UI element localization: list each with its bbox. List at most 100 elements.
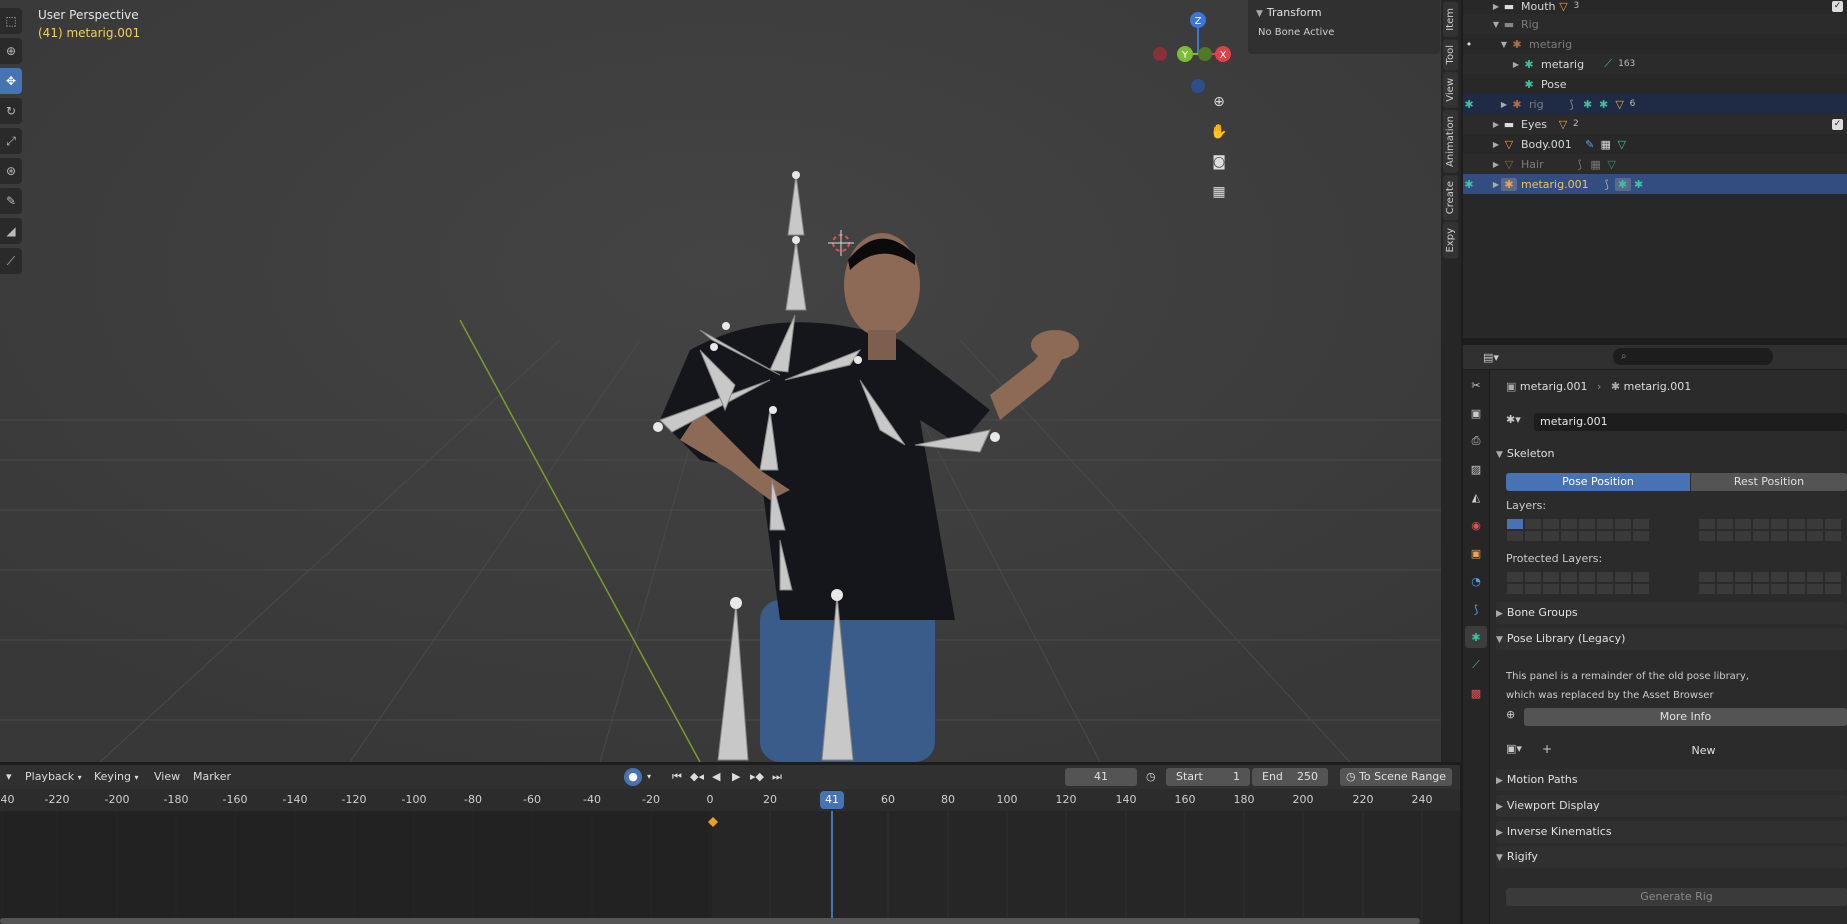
bone-roll-tool-icon[interactable]: ⟋: [0, 248, 22, 274]
measure-tool-icon[interactable]: ◢: [0, 218, 22, 244]
expand-arrow-icon[interactable]: ▶: [1499, 100, 1509, 109]
viewport-display-panel-header[interactable]: ▶ Viewport Display: [1496, 795, 1847, 817]
outliner-row-eyes[interactable]: ▶ ▬ Eyes ▽ 2 ✓: [1463, 114, 1847, 134]
marker-menu[interactable]: Marker: [193, 769, 231, 785]
play-reverse-icon[interactable]: ◀: [712, 769, 720, 785]
pose-position-button[interactable]: Pose Position: [1506, 473, 1690, 491]
rigify-panel-header[interactable]: ▼ Rigify: [1496, 846, 1847, 868]
outliner-row-metarig[interactable]: • ▼ ✱ metarig: [1463, 34, 1847, 54]
visibility-checkbox[interactable]: ✓: [1832, 118, 1843, 130]
bone-groups-panel-header[interactable]: ▶ Bone Groups: [1496, 602, 1847, 624]
jump-to-end-icon[interactable]: ⏭: [772, 769, 782, 785]
scale-tool-icon[interactable]: ⤢: [0, 128, 22, 154]
play-icon[interactable]: ▶: [732, 769, 740, 785]
tab-tool[interactable]: Tool: [1443, 38, 1458, 71]
jump-to-start-icon[interactable]: ⏮: [672, 769, 682, 785]
current-frame-indicator[interactable]: 41: [820, 791, 844, 809]
expand-arrow-icon[interactable]: ▶: [1491, 160, 1501, 169]
outliner-row-hair[interactable]: ▶ ▽ Hair ⟆ ▦ ▽: [1463, 154, 1847, 174]
expand-arrow-icon[interactable]: ▶: [1491, 2, 1501, 11]
motion-paths-panel-header[interactable]: ▶ Motion Paths: [1496, 769, 1847, 791]
scene-tab-icon[interactable]: ◭: [1465, 486, 1487, 508]
pose-library-panel-header[interactable]: ▼ Pose Library (Legacy): [1496, 628, 1847, 650]
auto-keying-record-icon[interactable]: ●: [624, 768, 642, 786]
outliner-row-metarig-data[interactable]: ▶ ✱ metarig ⟋ 163: [1463, 54, 1847, 74]
keying-menu[interactable]: Keying ▾: [94, 769, 138, 785]
protected-layers-grid-1[interactable]: [1506, 571, 1650, 595]
expand-arrow-icon[interactable]: ▶: [1491, 180, 1501, 189]
world-tab-icon[interactable]: ◉: [1465, 514, 1487, 536]
visibility-checkbox[interactable]: ✓: [1832, 0, 1843, 12]
tab-create[interactable]: Create: [1443, 174, 1458, 221]
rotate-tool-icon[interactable]: ↻: [0, 98, 22, 124]
object-tab-icon[interactable]: ▣: [1465, 542, 1487, 564]
start-frame-field[interactable]: Start 1: [1166, 768, 1250, 786]
frame-ruler[interactable]: -240 -220 -200 -180 -160 -140 -120 -100 …: [0, 789, 1460, 811]
tab-animation[interactable]: Animation: [1443, 109, 1458, 173]
pose-mode-icon[interactable]: ✱: [1463, 98, 1475, 111]
expand-arrow-icon[interactable]: ▶: [1491, 120, 1501, 129]
outliner-row-pose[interactable]: ✱ Pose: [1463, 74, 1847, 94]
editor-type-icon[interactable]: ▾: [6, 769, 12, 785]
navigation-gizmo[interactable]: Z X Y: [1145, 6, 1235, 96]
zoom-icon[interactable]: ⊕: [1205, 88, 1233, 116]
expand-arrow-icon[interactable]: ▼: [1491, 20, 1501, 29]
tab-expy[interactable]: Expy: [1443, 222, 1458, 259]
texture-tab-icon[interactable]: ▩: [1465, 682, 1487, 704]
end-frame-field[interactable]: End 250: [1252, 768, 1328, 786]
current-frame-field[interactable]: 41: [1065, 768, 1137, 786]
bone-layers-grid-2[interactable]: [1698, 518, 1842, 542]
transform-panel-header[interactable]: ▼ Transform: [1248, 0, 1440, 23]
tab-item[interactable]: Item: [1443, 2, 1458, 37]
expand-arrow-icon[interactable]: ▶: [1491, 140, 1501, 149]
cursor-tool-icon[interactable]: ⊕: [0, 38, 22, 64]
outliner[interactable]: ▶ ▬ Mouth ▽ 3 ✓ ▼ ▬ Rig • ▼ ✱ metarig ▶ ✱ …: [1463, 0, 1847, 338]
editor-type-icon[interactable]: ▤▾: [1483, 351, 1499, 364]
3d-viewport[interactable]: User Perspective (41) metarig.001 ⬚ ⊕ ✥ …: [0, 0, 1443, 762]
add-icon[interactable]: +: [1542, 742, 1552, 756]
move-tool-icon[interactable]: ✥: [0, 68, 22, 94]
inverse-kinematics-panel-header[interactable]: ▶ Inverse Kinematics: [1496, 821, 1847, 843]
protected-layers-grid-2[interactable]: [1698, 571, 1842, 595]
expand-arrow-icon[interactable]: ▶: [1511, 60, 1521, 69]
skeleton-panel-header[interactable]: ▼ Skeleton: [1496, 443, 1847, 465]
pan-hand-icon[interactable]: ✋: [1205, 118, 1233, 146]
bone-tab-icon[interactable]: ⟋: [1465, 654, 1487, 676]
stopwatch-icon[interactable]: ◷: [1146, 769, 1156, 785]
select-box-icon[interactable]: ⬚: [0, 8, 22, 34]
tool-tab-icon[interactable]: ✂: [1465, 374, 1487, 396]
bone-layers-grid-1[interactable]: [1506, 518, 1650, 542]
more-info-button[interactable]: More Info: [1524, 708, 1847, 726]
playback-menu[interactable]: Playback ▾: [25, 769, 82, 785]
rest-position-button[interactable]: Rest Position: [1691, 473, 1847, 491]
constraints-tab-icon[interactable]: ⟆: [1465, 598, 1487, 620]
camera-icon[interactable]: ◙: [1205, 148, 1233, 176]
timeline-keyframe-area[interactable]: [0, 811, 1460, 924]
timeline-scrollbar[interactable]: [0, 918, 1420, 924]
new-pose-library-button[interactable]: New: [1560, 742, 1847, 760]
jump-keyframe-forward-icon[interactable]: ▸◆: [750, 769, 764, 785]
pose-library-browse-icon[interactable]: ▣▾: [1506, 742, 1522, 755]
view-menu[interactable]: View: [154, 769, 180, 785]
outliner-row-body[interactable]: ▶ ▽ Body.001 ✎ ▦ ▽: [1463, 134, 1847, 154]
output-tab-icon[interactable]: ⎙: [1465, 430, 1487, 452]
outliner-row-rig[interactable]: ▼ ▬ Rig: [1463, 14, 1847, 34]
transform-tool-icon[interactable]: ⊛: [0, 158, 22, 184]
armature-name-field[interactable]: metarig.001: [1534, 413, 1847, 431]
armature-browse-icon[interactable]: ✱▾: [1506, 413, 1521, 426]
generate-rig-button[interactable]: Generate Rig: [1506, 888, 1847, 906]
jump-keyframe-back-icon[interactable]: ◆◂: [690, 769, 704, 785]
ortho-grid-icon[interactable]: ▦: [1205, 178, 1233, 206]
properties-search[interactable]: ⌕: [1613, 348, 1773, 365]
outliner-row-metarig-001[interactable]: ✱ ▶ ✱ metarig.001 ⟆ ✱ ✱: [1463, 174, 1847, 194]
expand-arrow-icon[interactable]: ▼: [1499, 40, 1509, 49]
chevron-down-icon[interactable]: ▾: [647, 769, 651, 785]
physics-tab-icon[interactable]: ◔: [1465, 570, 1487, 592]
annotate-tool-icon[interactable]: ✎: [0, 188, 22, 214]
render-tab-icon[interactable]: ▣: [1465, 402, 1487, 424]
tab-view[interactable]: View: [1443, 72, 1458, 108]
pose-mode-icon[interactable]: ✱: [1463, 178, 1475, 191]
armature-data-tab-icon[interactable]: ✱: [1465, 626, 1487, 648]
to-scene-range-button[interactable]: ◷ To Scene Range: [1340, 768, 1452, 786]
view-layer-tab-icon[interactable]: ▨: [1465, 458, 1487, 480]
